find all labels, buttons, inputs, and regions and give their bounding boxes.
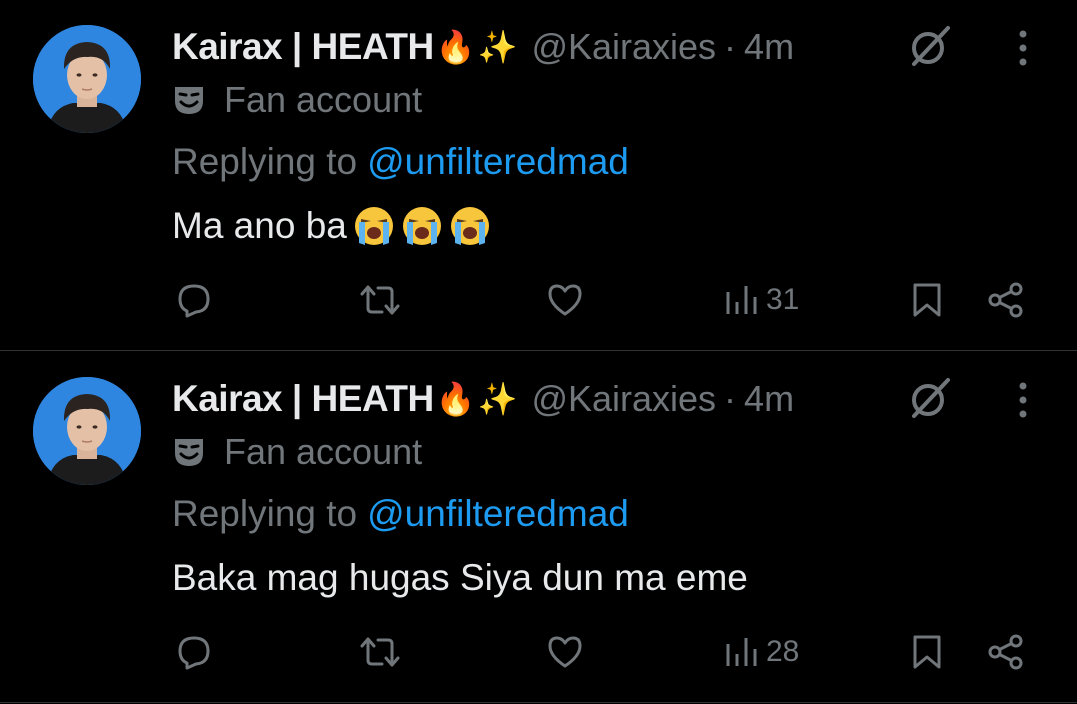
avatar[interactable]: [33, 25, 141, 133]
account-label: Fan account: [172, 430, 422, 474]
heart-icon: [548, 636, 582, 668]
fan-account-mask-icon: [175, 87, 203, 114]
action-bar: 31: [0, 276, 1077, 324]
tweet-body: Ma ano ba: [172, 205, 347, 246]
bookmark-icon: [913, 635, 941, 669]
fire-emoji: 🔥: [435, 380, 476, 418]
avatar[interactable]: [33, 377, 141, 485]
view-count: 28: [766, 635, 800, 668]
fan-account-label: Fan account: [224, 431, 423, 472]
grok-icon[interactable]: [906, 374, 954, 422]
share-icon: [988, 282, 1023, 318]
grok-icon[interactable]: [906, 22, 954, 70]
share-icon: [988, 634, 1023, 670]
retweet-button[interactable]: [358, 276, 402, 324]
view-count: 31: [766, 283, 800, 316]
fire-emoji: 🔥: [435, 28, 476, 66]
share-button[interactable]: [986, 628, 1026, 676]
bookmark-button[interactable]: [910, 276, 944, 324]
tweet[interactable]: Kairax | HEATH 🔥 ✨ @Kairaxies · 4m Fan a…: [0, 0, 1077, 352]
heart-icon: [548, 284, 582, 316]
action-bar: 28: [0, 628, 1077, 676]
retweet-button[interactable]: [358, 628, 402, 676]
separator-dot: ·: [724, 26, 737, 67]
timestamp[interactable]: 4m: [744, 26, 794, 68]
loudly-crying-face-emoji: [354, 207, 393, 245]
tweet-text: Ma ano ba: [172, 200, 491, 252]
reply-prefix: Replying to: [172, 141, 358, 182]
retweet-icon: [360, 285, 400, 315]
more-vertical-icon[interactable]: [1008, 378, 1038, 422]
user-handle[interactable]: @Kairaxies: [531, 26, 716, 68]
tweet[interactable]: Kairax | HEATH 🔥 ✨ @Kairaxies · 4m Fan a…: [0, 352, 1077, 704]
reply-icon: [178, 636, 210, 670]
bookmark-button[interactable]: [910, 628, 944, 676]
views-icon: [726, 638, 757, 666]
views-button[interactable]: 28: [724, 628, 799, 676]
share-button[interactable]: [986, 276, 1026, 324]
loudly-crying-face-emoji: [402, 207, 441, 245]
replying-to: Replying to @unfilteredmad: [172, 138, 629, 186]
tweet-header: Kairax | HEATH 🔥 ✨ @Kairaxies · 4m: [172, 374, 794, 424]
display-name[interactable]: Kairax | HEATH: [172, 26, 434, 68]
loudly-crying-face-emoji: [450, 207, 489, 245]
like-button[interactable]: [546, 276, 584, 324]
like-button[interactable]: [546, 628, 584, 676]
reply-icon: [178, 284, 210, 318]
sparkles-emoji: ✨: [477, 28, 518, 66]
reply-button[interactable]: [176, 276, 212, 324]
display-name[interactable]: Kairax | HEATH: [172, 378, 434, 420]
tweet-body: Baka mag hugas Siya dun ma eme: [172, 557, 748, 598]
sparkles-emoji: ✨: [477, 380, 518, 418]
views-button[interactable]: 31: [724, 276, 799, 324]
tweet-divider: [0, 702, 1077, 703]
views-icon: [726, 286, 757, 314]
fan-account-label: Fan account: [224, 79, 423, 120]
replying-to: Replying to @unfilteredmad: [172, 490, 629, 538]
reply-handle-link[interactable]: @unfilteredmad: [367, 141, 629, 183]
tweet-header: Kairax | HEATH 🔥 ✨ @Kairaxies · 4m: [172, 22, 794, 72]
user-handle[interactable]: @Kairaxies: [531, 378, 716, 420]
account-label: Fan account: [172, 78, 422, 122]
separator-dot: ·: [724, 378, 737, 419]
tweet-divider: [0, 350, 1077, 351]
timestamp[interactable]: 4m: [744, 378, 794, 420]
bookmark-icon: [913, 283, 941, 317]
tweet-text: Baka mag hugas Siya dun ma eme: [172, 552, 748, 604]
retweet-icon: [360, 637, 400, 667]
reply-prefix: Replying to: [172, 493, 358, 534]
fan-account-mask-icon: [175, 439, 203, 466]
more-vertical-icon[interactable]: [1008, 26, 1038, 70]
reply-handle-link[interactable]: @unfilteredmad: [367, 493, 629, 535]
reply-button[interactable]: [176, 628, 212, 676]
